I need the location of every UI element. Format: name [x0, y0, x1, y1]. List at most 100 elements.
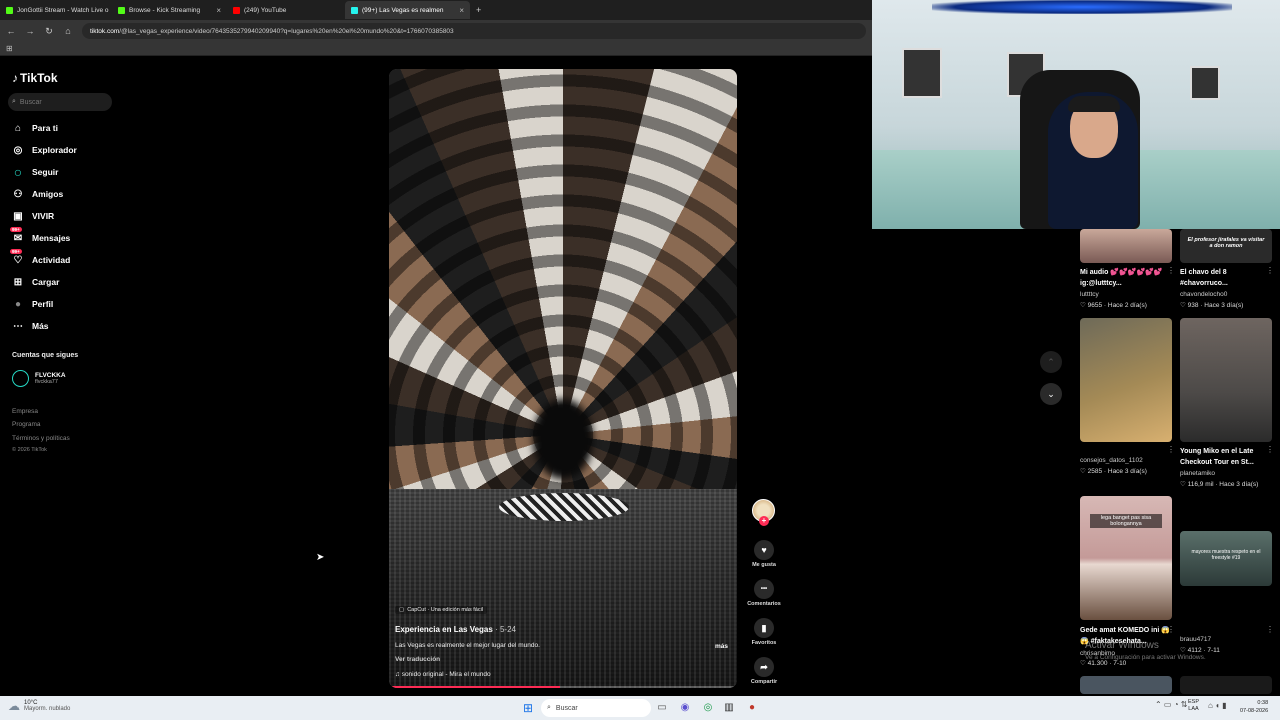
teams-icon[interactable]: ◉ [678, 700, 692, 714]
keyboard-layout: LAA [1188, 706, 1199, 712]
feed-thumbnail[interactable] [1080, 676, 1172, 694]
sidebar-item-para-ti[interactable]: ⌂ Para ti [12, 122, 58, 134]
reload-icon[interactable]: ↻ [44, 26, 54, 37]
comment-icon: ••• [754, 579, 774, 599]
footer-link-terminos[interactable]: Términos y políticas [12, 435, 70, 442]
sidebar-item-actividad[interactable]: ♡ 99+ Actividad [10, 249, 70, 266]
new-tab-button[interactable]: + [470, 1, 487, 19]
more-options-icon[interactable]: ⋮ [1167, 445, 1175, 454]
bookmark-icon: ▮ [754, 618, 774, 638]
tab-label: Browse - Kick Streaming [129, 6, 201, 14]
youtube-icon [233, 6, 240, 14]
activity-glyph: ♡ [13, 254, 23, 266]
sidebar-item-cargar[interactable]: ⊞ Cargar [12, 276, 60, 288]
browser-tab-jongottii[interactable]: JonGottii Stream - Watch Live o × [0, 1, 112, 19]
account-name: FLVCKKA [35, 372, 66, 379]
more-options-icon[interactable]: ⋮ [1167, 266, 1175, 275]
taskbar-search[interactable]: ⌕ Buscar [541, 699, 651, 717]
video-title[interactable]: Experiencia en Las Vegas · 5-24 [395, 625, 516, 634]
feed-title[interactable]: El chavo del 8 #chavorruco... [1180, 267, 1270, 289]
feed-thumbnail[interactable] [1180, 318, 1272, 442]
url-domain: tiktok.com [90, 27, 120, 35]
feed-author[interactable]: brauu4717 [1180, 636, 1211, 643]
feed-author[interactable]: consejos_datos_1102 [1080, 457, 1143, 464]
following-icon: ○ [13, 164, 23, 180]
sidebar-item-amigos[interactable]: ⚇ Amigos [12, 188, 64, 200]
feed-thumbnail[interactable]: El profesor jirafales va visitar a don r… [1180, 229, 1272, 263]
music-note-icon: ♫ [395, 671, 400, 678]
translate-link[interactable]: Ver traducción [395, 656, 440, 663]
browser-tab-kick[interactable]: Browse - Kick Streaming × [112, 1, 227, 19]
sidebar-item-seguir[interactable]: ○ Seguir [12, 164, 59, 180]
mouse-cursor-icon: ➤ [316, 552, 325, 563]
following-section-title: Cuentas que sigues [12, 352, 79, 359]
previous-video-button[interactable]: ⌃ [1040, 351, 1062, 373]
windows-start-icon[interactable]: ⊞ [523, 701, 533, 715]
language-indicator[interactable]: ESP LAA [1188, 699, 1199, 713]
more-options-icon[interactable]: ⋮ [1266, 266, 1274, 275]
network-volume-battery-icons[interactable]: ⌂ ◖ ▮ [1208, 701, 1227, 710]
follow-button[interactable]: + [759, 516, 769, 526]
feed-author[interactable]: chavondelocho0 [1180, 291, 1227, 298]
browser-tab-youtube[interactable]: (249) YouTube [227, 1, 345, 19]
sidebar-item-label: Perfil [32, 299, 54, 309]
feed-author[interactable]: luttttcy [1080, 291, 1099, 298]
feed-thumbnail[interactable]: lega banget pas sisa bolongannya [1080, 496, 1172, 620]
search-input[interactable]: ⌕ Buscar [8, 93, 112, 111]
next-video-button[interactable]: ⌄ [1040, 383, 1062, 405]
footer-link-programa[interactable]: Programa [12, 421, 41, 428]
more-options-icon[interactable]: ⋮ [1266, 445, 1274, 454]
feed-stats: ♡ 4112 · 7-11 [1180, 647, 1220, 654]
url-input[interactable]: tiktok.com /@las_vegas_experience/video/… [82, 23, 866, 39]
sidebar-item-label: Explorador [32, 145, 77, 155]
feed-thumbnail[interactable] [1080, 318, 1172, 442]
weather-widget[interactable]: ☁ 10°C Mayorm. nublado [8, 699, 70, 713]
home-icon[interactable]: ⌂ [63, 26, 73, 36]
video-player[interactable]: ▢ CapCut · Una edición más fácil Experie… [389, 69, 737, 688]
chrome-icon[interactable]: ◎ [701, 700, 715, 714]
thumbnail-caption: mayores muestra respeto en el freestyle … [1191, 549, 1261, 561]
favorites-button[interactable]: ▮ Favoritos [744, 618, 784, 646]
more-options-icon[interactable]: ⋮ [1167, 625, 1175, 634]
webcam-hair [1068, 96, 1120, 112]
weather-desc: Mayorm. nublado [24, 706, 71, 712]
sidebar-item-mas[interactable]: ⋯ Más [12, 320, 49, 332]
like-button[interactable]: ♥ Me gusta [744, 540, 784, 568]
feed-title[interactable]: Mi audio 💕💕💕💕💕💕 ig:@lutttcy... [1080, 267, 1170, 289]
share-button[interactable]: ➦ Compartir [744, 657, 784, 685]
followed-account[interactable]: FLVCKKA flvckka77 [12, 370, 66, 387]
back-icon[interactable]: ← [6, 26, 16, 36]
tiktok-logo[interactable]: ♪ TikTok [12, 71, 58, 85]
sound-link[interactable]: ♫ sonido original - Mira el mundo [395, 671, 491, 678]
browser-tab-tiktok[interactable]: (99+) Las Vegas es realmen × [345, 1, 470, 19]
url-path: /@las_vegas_experience/video/76435352799… [119, 27, 454, 35]
video-date: · 5-24 [495, 625, 516, 634]
feed-author[interactable]: planetamiko [1180, 470, 1215, 477]
sidebar-item-mensajes[interactable]: ✉ 99+ Mensajes [10, 227, 70, 244]
video-progress-bar[interactable] [389, 686, 737, 688]
sidebar-item-perfil[interactable]: ● Perfil [12, 298, 53, 310]
comments-button[interactable]: ••• Comentarios [744, 579, 784, 607]
cloud-icon: ☁ [8, 699, 20, 713]
close-icon[interactable]: × [459, 6, 464, 15]
sidebar-item-explorador[interactable]: ◎ Explorador [12, 144, 77, 156]
task-view-icon[interactable]: ▭ [655, 700, 669, 714]
more-options-icon[interactable]: ⋮ [1266, 625, 1274, 634]
recording-app-icon[interactable]: ● [745, 700, 759, 714]
apps-icon[interactable]: ⊞ [6, 44, 13, 53]
feed-title[interactable]: Young Miko en el Late Checkout Tour en S… [1180, 446, 1270, 468]
more-link[interactable]: más [715, 643, 728, 650]
forward-icon[interactable]: → [25, 26, 35, 36]
sidebar-item-label: Más [32, 321, 49, 331]
app-icon[interactable]: ▥ [722, 700, 736, 714]
close-icon[interactable]: × [216, 6, 221, 15]
home-icon: ⌂ [14, 122, 22, 134]
sidebar-item-vivir[interactable]: ▣ VIVIR [12, 210, 54, 222]
system-tray[interactable]: ⌃ ▭ ◔ ⇅ [1155, 700, 1187, 709]
feed-thumbnail[interactable] [1180, 676, 1272, 694]
capcut-tag[interactable]: ▢ CapCut · Una edición más fácil [395, 606, 488, 614]
feed-thumbnail[interactable]: mayores muestra respeto en el freestyle … [1180, 531, 1272, 586]
footer-link-empresa[interactable]: Empresa [12, 408, 38, 415]
feed-thumbnail[interactable] [1080, 229, 1172, 263]
clock[interactable]: 0:38 07-08-2026 [1240, 699, 1268, 715]
